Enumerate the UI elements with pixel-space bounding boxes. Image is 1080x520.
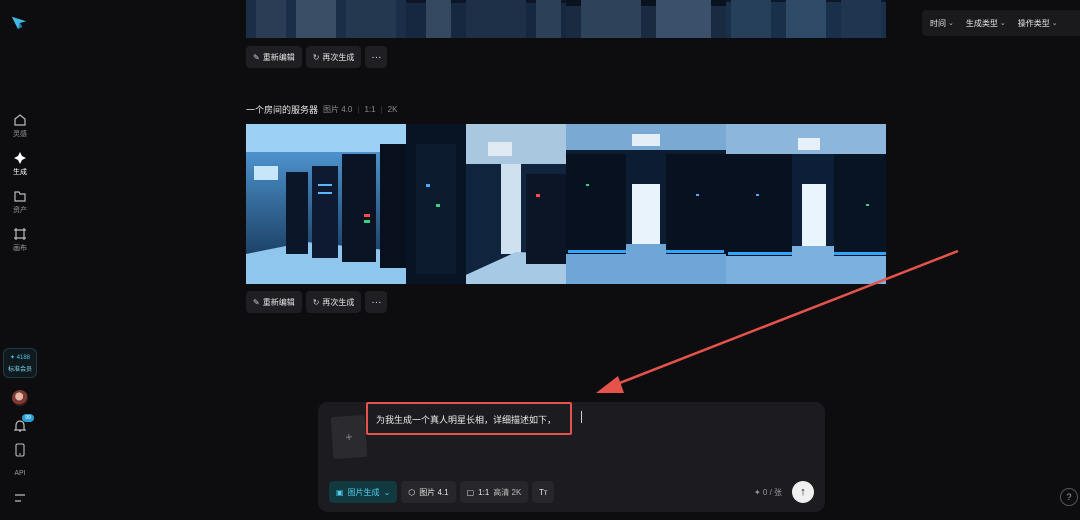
regenerate-button[interactable]: ↻ 再次生成: [305, 291, 362, 313]
member-badge[interactable]: ✦ 4188 标准会员: [3, 348, 37, 378]
text-caret: [581, 411, 582, 423]
prompt-input[interactable]: 为我生成一个真人明星长相，详细描述如下，: [376, 413, 556, 426]
filter-time[interactable]: 时间 ⌄: [930, 18, 954, 29]
member-tier: 标准会员: [7, 367, 32, 373]
avatar[interactable]: [12, 390, 28, 406]
phone-icon[interactable]: [14, 443, 26, 457]
send-button[interactable]: ↑: [792, 481, 814, 503]
points-balance: ✦ 4188: [9, 355, 31, 361]
generation-prompt-title: 一个房间的服务器: [246, 105, 319, 115]
credit-counter: ✦ 0 / 张: [754, 488, 783, 497]
sidebar-item-assets[interactable]: 资产: [0, 189, 40, 215]
generated-image[interactable]: [406, 124, 566, 284]
generated-image[interactable]: [246, 0, 406, 38]
sidebar-item-generate[interactable]: 生成: [0, 151, 40, 177]
chevron-down-icon: ⌄: [383, 487, 391, 497]
divider: |: [380, 105, 383, 114]
model-select[interactable]: ⬡ 图片 4.1: [401, 481, 456, 503]
filter-bar: 时间 ⌄ 生成类型 ⌄ 操作类型 ⌄: [922, 10, 1080, 36]
generation-ratio: 1:1: [364, 105, 376, 114]
notification-badge: 99: [22, 414, 34, 422]
home-icon: [14, 114, 26, 126]
mode-select[interactable]: ▣ 图片生成 ⌄: [329, 481, 398, 503]
image-actions-previous: ✎ 重新编辑 ↻ 再次生成 ···: [246, 46, 388, 68]
add-reference-image-button[interactable]: +: [330, 414, 368, 460]
divider: |: [357, 105, 360, 114]
filter-generation-type[interactable]: 生成类型 ⌄: [966, 18, 1006, 29]
edit-icon: ✎: [253, 297, 260, 307]
generated-image[interactable]: [726, 124, 886, 284]
sidebar-item-label: 画布: [13, 245, 27, 252]
more-button[interactable]: ···: [365, 46, 388, 68]
generation-header: 一个房间的服务器 图片 4.0 | 1:1 | 2K: [246, 103, 397, 116]
left-sidebar: 灵感 生成 资产 画布 ✦ 4188 标准会员 99 API: [0, 0, 40, 520]
refresh-icon: ↻: [312, 297, 320, 307]
generated-image[interactable]: [246, 124, 406, 284]
generated-image[interactable]: [726, 0, 886, 38]
image-mode-icon: ▣: [336, 487, 344, 497]
generation-model: 图片 4.0: [323, 105, 353, 114]
chevron-down-icon: ⌄: [999, 20, 1006, 27]
canvas-icon: [14, 228, 26, 240]
cube-icon: ⬡: [408, 487, 416, 497]
more-button[interactable]: ···: [365, 291, 388, 313]
sidebar-item-inspiration[interactable]: 灵感: [0, 113, 40, 139]
refresh-icon: ↻: [312, 52, 320, 62]
chevron-down-icon: ⌄: [948, 20, 954, 27]
image-actions-current: ✎ 重新编辑 ↻ 再次生成 ···: [246, 291, 388, 313]
sparkle-icon: [14, 152, 26, 164]
filter-operation-type[interactable]: 操作类型 ⌄: [1018, 18, 1058, 29]
generated-image[interactable]: [566, 0, 726, 38]
logo-icon[interactable]: [10, 14, 28, 32]
prompt-composer: + 为我生成一个真人明星长相，详细描述如下， ▣ 图片生成 ⌄ ⬡ 图片 4.1 ▢ 1…: [318, 402, 825, 512]
menu-collapse-icon[interactable]: [14, 493, 26, 503]
reedit-button[interactable]: ✎ 重新编辑: [246, 291, 302, 313]
text-settings-icon[interactable]: Tт: [532, 481, 555, 503]
folder-icon: [14, 191, 26, 202]
regenerate-button[interactable]: ↻ 再次生成: [305, 46, 362, 68]
ratio-quality-select[interactable]: ▢ 1:1 高清 2K: [459, 481, 529, 503]
image-strip-previous: [246, 0, 886, 38]
generation-resolution: 2K: [387, 105, 398, 114]
sidebar-item-label: 灵感: [13, 131, 27, 138]
square-icon: ▢: [466, 487, 475, 497]
generated-image[interactable]: [406, 0, 566, 38]
help-button[interactable]: ?: [1060, 488, 1078, 506]
api-link[interactable]: API: [0, 470, 40, 477]
composer-toolbar: ▣ 图片生成 ⌄ ⬡ 图片 4.1 ▢ 1:1 高清 2K Tт: [329, 481, 555, 503]
sidebar-item-canvas[interactable]: 画布: [0, 227, 40, 253]
sidebar-item-label: 生成: [13, 169, 27, 176]
sidebar-item-label: 资产: [13, 207, 27, 214]
chevron-down-icon: ⌄: [1051, 20, 1058, 27]
edit-icon: ✎: [253, 52, 260, 62]
generated-image[interactable]: [566, 124, 726, 284]
image-strip-current: [246, 124, 886, 284]
reedit-button[interactable]: ✎ 重新编辑: [246, 46, 302, 68]
